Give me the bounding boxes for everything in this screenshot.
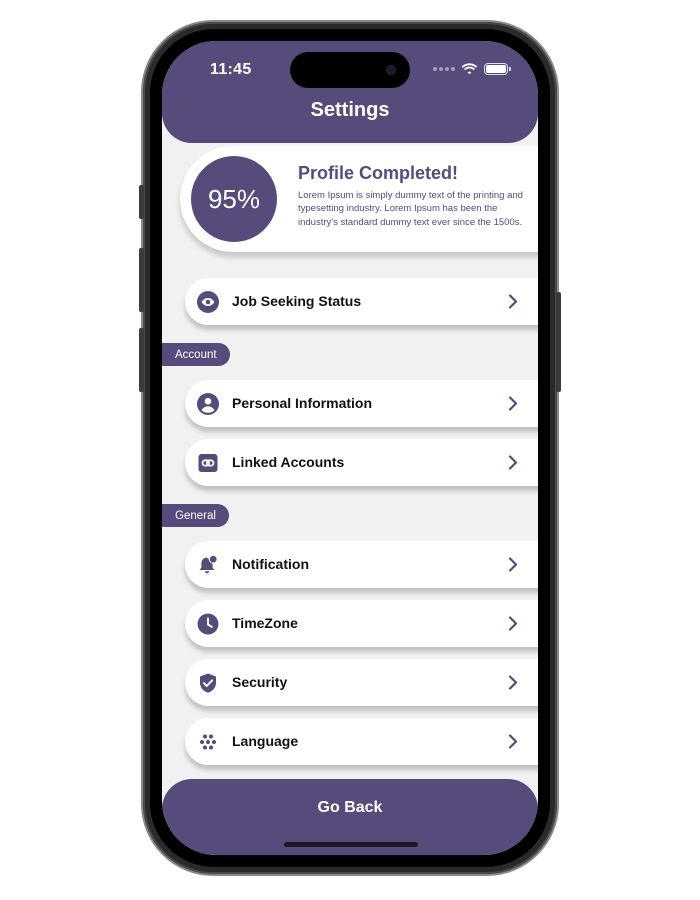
volume-down-button	[139, 328, 144, 392]
chevron-right-icon	[508, 396, 518, 411]
security-label: Security	[232, 674, 288, 690]
screen: 11:45 Settings 95% Profile Completed! Lo…	[162, 41, 538, 855]
camera-icon	[386, 65, 396, 75]
personal-information-item[interactable]: Personal Information	[185, 380, 538, 427]
battery-icon	[484, 63, 511, 75]
job-seeking-status-item[interactable]: Job Seeking Status	[185, 278, 538, 325]
signal-icon	[433, 67, 455, 71]
go-back-button[interactable]: Go Back	[162, 779, 538, 837]
shield-icon	[197, 672, 219, 694]
timezone-item[interactable]: TimeZone	[185, 600, 538, 647]
volume-up-button	[139, 248, 144, 312]
chevron-right-icon	[508, 557, 518, 572]
linked-accounts-label: Linked Accounts	[232, 454, 345, 470]
notification-label: Notification	[232, 556, 309, 572]
language-label: Language	[232, 733, 299, 749]
link-icon	[197, 452, 219, 474]
bell-icon	[197, 554, 219, 576]
power-button	[556, 292, 561, 392]
section-label-general: General	[162, 504, 229, 527]
wifi-icon	[461, 63, 478, 75]
page-title: Settings	[310, 99, 390, 121]
personal-information-label: Personal Information	[232, 395, 373, 411]
action-button	[139, 185, 144, 219]
person-icon	[197, 393, 219, 415]
header: 11:45 Settings	[162, 41, 538, 143]
chevron-right-icon	[508, 455, 518, 470]
job-seeking-status-label: Job Seeking Status	[232, 293, 362, 309]
profile-progress-circle: 95%	[191, 156, 277, 242]
profile-completion-card: 95% Profile Completed! Lorem Ipsum is si…	[180, 146, 538, 252]
status-icons	[433, 63, 511, 75]
section-label-account: Account	[162, 343, 230, 366]
profile-title: Profile Completed!	[298, 163, 459, 183]
notification-item[interactable]: Notification	[185, 541, 538, 588]
footer: Go Back	[162, 779, 538, 855]
chevron-right-icon	[508, 294, 518, 309]
dynamic-island	[290, 52, 410, 88]
home-indicator[interactable]	[284, 842, 418, 847]
clock-icon	[197, 613, 219, 635]
language-item[interactable]: Language	[185, 718, 538, 765]
chevron-right-icon	[508, 616, 518, 631]
timezone-label: TimeZone	[232, 615, 298, 631]
security-item[interactable]: Security	[185, 659, 538, 706]
language-icon	[197, 731, 219, 753]
chevron-right-icon	[508, 675, 518, 690]
profile-description: Lorem Ipsum is simply dummy text of the …	[298, 190, 523, 228]
eye-icon	[197, 291, 219, 313]
linked-accounts-item[interactable]: Linked Accounts	[185, 439, 538, 486]
status-time: 11:45	[210, 61, 252, 78]
chevron-right-icon	[508, 734, 518, 749]
